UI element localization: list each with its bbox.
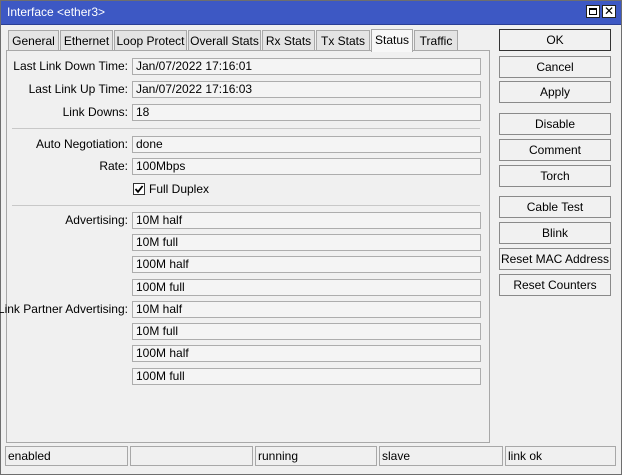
status-cell-empty [130,446,253,466]
link-partner-advertising-field: 10M half [132,301,481,318]
status-bar: enabled running slave link ok [0,446,620,468]
separator [12,205,480,206]
cable-test-button[interactable]: Cable Test [499,196,611,218]
ok-button[interactable]: OK [499,29,611,51]
blink-button[interactable]: Blink [499,222,611,244]
link-partner-advertising-label: Link Partner Advertising: [0,302,128,316]
apply-button[interactable]: Apply [499,81,611,103]
comment-button[interactable]: Comment [499,139,611,161]
advertising-label: Advertising: [65,213,128,227]
last-link-down-label: Last Link Down Time: [13,59,128,73]
full-duplex-checkbox[interactable] [133,183,145,195]
separator [12,128,480,129]
checkmark-icon [134,185,144,194]
link-downs-label: Link Downs: [62,105,128,119]
link-partner-advertising-field: 100M half [132,345,481,362]
status-enabled: enabled [5,446,128,466]
link-partner-advertising-field: 10M full [132,323,481,340]
title-bar[interactable]: Interface <ether3> ✕ [1,1,621,25]
last-link-down-field: Jan/07/2022 17:16:01 [132,58,481,75]
tab-overall-stats[interactable]: Overall Stats [188,30,261,51]
link-partner-advertising-field: 100M full [132,368,481,385]
last-link-up-field: Jan/07/2022 17:16:03 [132,81,481,98]
tab-rx-stats[interactable]: Rx Stats [262,30,315,51]
tab-status[interactable]: Status [371,29,413,52]
advertising-field: 100M full [132,279,481,296]
reset-mac-address-button[interactable]: Reset MAC Address [499,248,611,270]
full-duplex-label: Full Duplex [149,182,210,196]
status-link: link ok [505,446,616,466]
close-icon[interactable]: ✕ [602,4,616,18]
link-downs-field: 18 [132,104,481,121]
torch-button[interactable]: Torch [499,165,611,187]
tab-traffic[interactable]: Traffic [414,30,458,51]
disable-button[interactable]: Disable [499,113,611,135]
advertising-field: 10M full [132,234,481,251]
maximize-icon[interactable] [586,5,600,18]
tab-ethernet[interactable]: Ethernet [60,30,113,51]
advertising-field: 100M half [132,256,481,273]
last-link-up-label: Last Link Up Time: [28,82,128,96]
rate-field: 100Mbps [132,158,481,175]
reset-counters-button[interactable]: Reset Counters [499,274,611,296]
tab-loop-protect[interactable]: Loop Protect [114,30,187,51]
rate-label: Rate: [99,159,128,173]
window-title: Interface <ether3> [7,5,106,19]
cancel-button[interactable]: Cancel [499,56,611,78]
status-running: running [255,446,377,466]
tab-tx-stats[interactable]: Tx Stats [316,30,370,51]
status-slave: slave [379,446,503,466]
tab-general[interactable]: General [8,30,59,51]
advertising-field: 10M half [132,212,481,229]
auto-negotiation-field: done [132,136,481,153]
auto-negotiation-label: Auto Negotiation: [35,137,128,151]
